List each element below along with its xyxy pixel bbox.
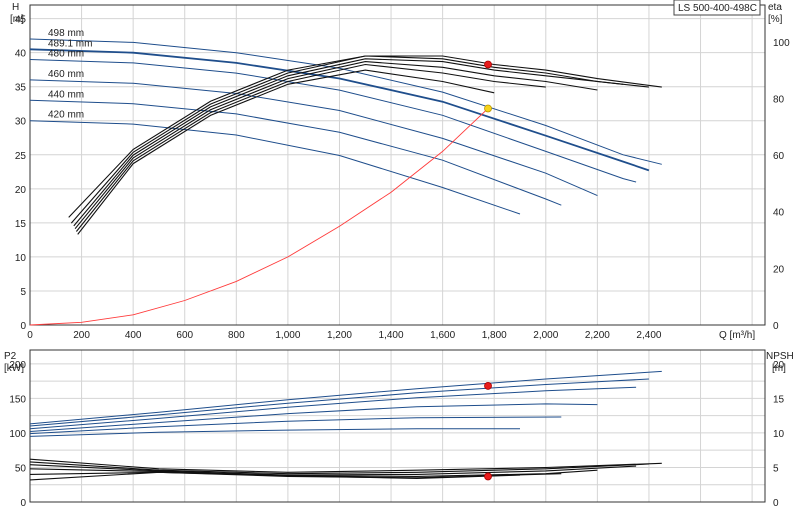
npsh-axis-unit: [m] xyxy=(772,363,786,374)
head-curve-label: 440 mm xyxy=(48,89,84,100)
pump-curve-svg: 0510152025303540450204060801000 200 400 600… xyxy=(4,0,794,509)
head-axis-unit: [m] xyxy=(10,14,24,25)
bottom-left-tick-label: 100 xyxy=(9,429,26,440)
x-tick-label: 1,000 xyxy=(275,330,300,341)
head-curve-label: 460 mm xyxy=(48,69,84,80)
top-right-tick-label: 40 xyxy=(773,208,785,219)
bottom-plot-grid xyxy=(29,349,766,503)
x-tick-label: 2,000 xyxy=(533,330,558,341)
top-left-tick-label: 25 xyxy=(15,151,27,162)
x-tick-label: 1,800 xyxy=(482,330,507,341)
top-plot-curves xyxy=(29,38,662,326)
duty-point-marker xyxy=(484,60,492,69)
power-curve xyxy=(29,386,637,430)
top-right-tick-label: 100 xyxy=(773,38,790,49)
x-tick-label: 0 xyxy=(27,330,33,341)
bottom-right-tick-label: 0 xyxy=(773,498,779,509)
efficiency-curve xyxy=(77,69,495,235)
top-left-tick-label: 40 xyxy=(15,49,27,60)
x-tick-label: 2,200 xyxy=(585,330,610,341)
top-right-tick-label: 60 xyxy=(773,151,785,162)
top-right-tick-label: 0 xyxy=(773,321,779,332)
x-tick-label: 1,200 xyxy=(327,330,352,341)
top-left-tick-label: 10 xyxy=(15,253,27,264)
head-curve xyxy=(29,79,598,197)
eta-axis-label: eta xyxy=(768,2,782,13)
head-curve-label: 480 mm xyxy=(48,48,84,59)
head-curve xyxy=(29,38,662,165)
efficiency-curve xyxy=(73,58,624,227)
bottom-right-tick-label: 15 xyxy=(773,394,785,405)
top-right-tick-label: 20 xyxy=(773,264,785,275)
efficiency-curve xyxy=(75,63,546,232)
bottom-plot-curves xyxy=(29,370,662,481)
top-left-tick-label: 0 xyxy=(20,321,26,332)
x-tick-label: 2,400 xyxy=(636,330,661,341)
power-axis-label: P2 xyxy=(4,351,17,362)
top-left-tick-label: 5 xyxy=(20,287,26,298)
bottom-right-tick-label: 10 xyxy=(773,429,785,440)
power-axis-unit: [kW] xyxy=(4,363,24,374)
top-left-tick-label: 35 xyxy=(15,83,27,94)
x-tick-label: 800 xyxy=(228,330,245,341)
title-box-text: LS 500-400-498C xyxy=(678,3,757,14)
system-curve xyxy=(29,108,489,326)
top-left-tick-label: 15 xyxy=(15,219,27,230)
pump-performance-chart: 0 5 10 15 20 25 30 35 40 45 0 20 40 60 80 100 0 200 400 600… xyxy=(0,0,800,520)
x-tick-label: 400 xyxy=(125,330,142,341)
top-left-tick-label: 30 xyxy=(15,117,27,128)
x-tick-label: 200 xyxy=(73,330,90,341)
head-axis-label: H xyxy=(12,2,19,13)
bottom-plot-frame xyxy=(29,349,766,503)
x-axis-label: Q [m³/h] xyxy=(719,330,755,341)
bottom-left-tick-label: 50 xyxy=(15,463,27,474)
duty-point-marker xyxy=(484,472,492,481)
x-tick-label: 600 xyxy=(176,330,193,341)
x-tick-label: 1,400 xyxy=(379,330,404,341)
bottom-right-tick-label: 5 xyxy=(773,463,779,474)
bottom-left-tick-label: 0 xyxy=(20,498,26,509)
npsh-axis-label: NPSH xyxy=(766,351,794,362)
duty-point-marker xyxy=(484,382,492,390)
x-tick-label: 1,600 xyxy=(430,330,455,341)
head-curve-label: 420 mm xyxy=(48,110,84,121)
eta-axis-unit: [%] xyxy=(768,14,783,25)
head-curve xyxy=(29,120,521,215)
top-right-tick-label: 80 xyxy=(773,94,785,105)
top-left-tick-label: 20 xyxy=(15,185,27,196)
duty-point-marker xyxy=(484,104,492,113)
bottom-left-tick-label: 150 xyxy=(9,394,26,405)
